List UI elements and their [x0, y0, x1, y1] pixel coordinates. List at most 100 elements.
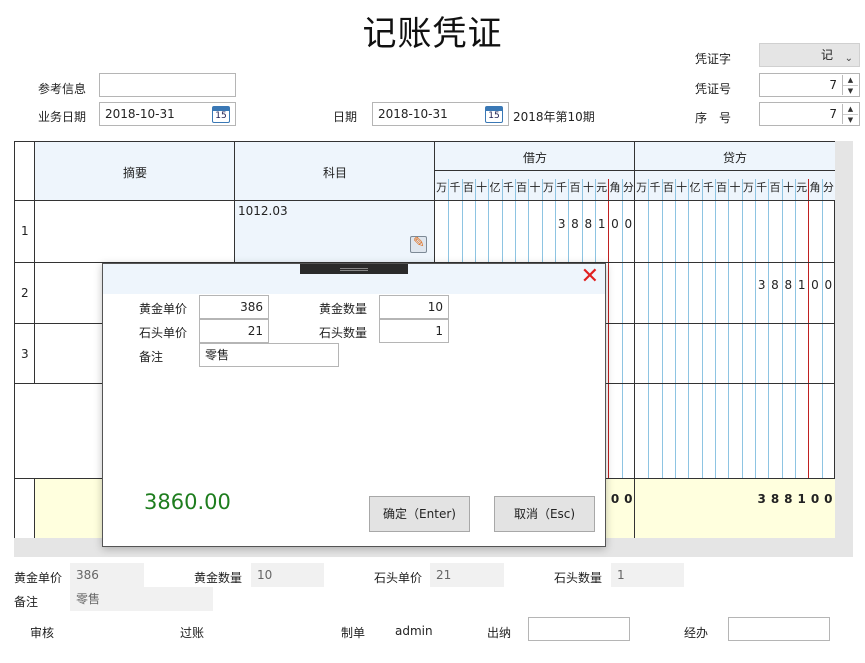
unit-label: 万	[636, 181, 648, 194]
voucher-type-label: 凭证字	[695, 52, 732, 66]
seq-value: 7	[829, 107, 837, 121]
gold-calc-dialog: ✕ 黄金单价 386 黄金数量 10 石头单价 21 石头数量 1 备注 零售 …	[102, 263, 606, 547]
chevron-down-icon: ⌄	[844, 53, 853, 64]
unit-label: 十	[782, 181, 794, 194]
gold-qty-input[interactable]: 10	[379, 295, 449, 319]
footer-stone-price-label: 石头单价	[374, 571, 423, 585]
col-line	[34, 478, 35, 538]
seq-input[interactable]: 7 ▲ ▼	[759, 102, 860, 126]
voucher-type-select[interactable]: 记 ⌄	[759, 43, 860, 67]
unit-label: 万	[542, 181, 554, 194]
gold-qty-label: 黄金数量	[319, 302, 368, 316]
amount-digit: 1	[597, 217, 606, 231]
unit-label: 十	[582, 181, 594, 194]
footer-gold-qty-input[interactable]: 10	[251, 563, 324, 587]
row-line	[435, 170, 835, 171]
unit-label: 角	[609, 181, 621, 194]
col-subject-header: 科目	[322, 166, 347, 180]
period-text: 2018年第10期	[513, 110, 595, 124]
edit-icon[interactable]	[410, 235, 427, 253]
note-label: 备注	[139, 350, 164, 364]
biz-date-label: 业务日期	[38, 110, 87, 124]
unit-label: 角	[809, 181, 821, 194]
unit-label: 千	[649, 181, 661, 194]
voucher-no-label: 凭证号	[695, 82, 732, 96]
cashier-label: 出纳	[487, 626, 512, 640]
amount-digit: 0	[610, 492, 620, 506]
unit-label: 千	[702, 181, 714, 194]
col-credit-header: 贷方	[722, 151, 747, 165]
cancel-button[interactable]: 取消（Esc)	[494, 496, 595, 532]
amount-digit: 3	[757, 278, 766, 292]
biz-date-input[interactable]: 2018-10-31 15	[99, 102, 236, 126]
amount-digit: 1	[797, 492, 806, 506]
footer-note-label: 备注	[14, 595, 39, 609]
seq-label: 序 号	[695, 111, 732, 125]
amount-digit: 3	[557, 217, 566, 231]
amount-digit: 1	[797, 278, 806, 292]
footer-gold-price-input[interactable]: 386	[70, 563, 144, 587]
unit-label: 亿	[489, 181, 501, 194]
handler-input[interactable]	[728, 617, 830, 641]
cashier-input[interactable]	[528, 617, 630, 641]
page-title: 记账凭证	[362, 14, 503, 54]
unit-label: 千	[756, 181, 768, 194]
maker-label: 制单	[341, 626, 366, 640]
unit-label: 千	[502, 181, 514, 194]
unit-label: 十	[729, 181, 741, 194]
unit-label: 十	[476, 181, 488, 194]
col-debit-header: 借方	[522, 151, 547, 165]
unit-label: 百	[462, 181, 474, 194]
note-input[interactable]: 零售	[199, 343, 339, 367]
stone-qty-input[interactable]: 1	[379, 319, 449, 343]
maker-value: admin	[395, 624, 433, 638]
unit-label: 分	[622, 181, 634, 194]
subject-code: 1012.03	[238, 204, 288, 218]
stone-price-label: 石头单价	[139, 326, 188, 340]
amount-digit: 0	[810, 492, 820, 506]
post-label: 过账	[180, 626, 205, 640]
footer-gold-qty-label: 黄金数量	[194, 571, 243, 585]
biz-date-value: 2018-10-31	[105, 107, 175, 121]
unit-label: 十	[529, 181, 541, 194]
spinner-arrows-icon[interactable]: ▲ ▼	[842, 75, 858, 95]
unit-label: 十	[676, 181, 688, 194]
amount-digit: 0	[824, 492, 833, 506]
stone-price-input[interactable]: 21	[199, 319, 269, 343]
unit-label: 百	[716, 181, 728, 194]
gold-price-input[interactable]: 386	[199, 295, 269, 319]
col-summary-header: 摘要	[122, 166, 147, 180]
close-icon[interactable]: ✕	[581, 266, 599, 288]
ref-info-input[interactable]	[99, 73, 236, 97]
date-value: 2018-10-31	[378, 107, 448, 121]
unit-label: 百	[569, 181, 581, 194]
calendar-icon[interactable]: 15	[485, 106, 503, 123]
voucher-no-input[interactable]: 7 ▲ ▼	[759, 73, 860, 97]
amount-digit: 0	[624, 217, 633, 231]
footer-gold-price-label: 黄金单价	[14, 571, 63, 585]
amount-digit: 3	[757, 492, 766, 506]
unit-label: 万	[436, 181, 448, 194]
footer-stone-price-input[interactable]: 21	[430, 563, 504, 587]
unit-label: 百	[769, 181, 781, 194]
footer-stone-qty-input[interactable]: 1	[611, 563, 684, 587]
unit-label: 百	[662, 181, 674, 194]
amount-digit: 8	[571, 217, 579, 231]
voucher-type-value: 记	[820, 48, 833, 62]
footer-note-input[interactable]: 零售	[70, 587, 213, 611]
voucher-no-value: 7	[829, 78, 837, 92]
handler-label: 经办	[684, 626, 709, 640]
confirm-button[interactable]: 确定（Enter)	[369, 496, 470, 532]
unit-label: 千	[449, 181, 461, 194]
col-line	[34, 142, 35, 384]
drag-handle-icon[interactable]	[300, 264, 408, 274]
date-input[interactable]: 2018-10-31 15	[372, 102, 509, 126]
vertical-scrollbar[interactable]	[835, 141, 853, 538]
calendar-icon[interactable]: 15	[212, 106, 230, 123]
row-number: 3	[21, 347, 29, 361]
unit-label: 元	[596, 181, 608, 194]
amount-digit: 0	[624, 492, 633, 506]
spinner-arrows-icon[interactable]: ▲ ▼	[842, 104, 858, 124]
calc-total: 3860.00	[144, 490, 231, 514]
unit-label: 千	[556, 181, 568, 194]
